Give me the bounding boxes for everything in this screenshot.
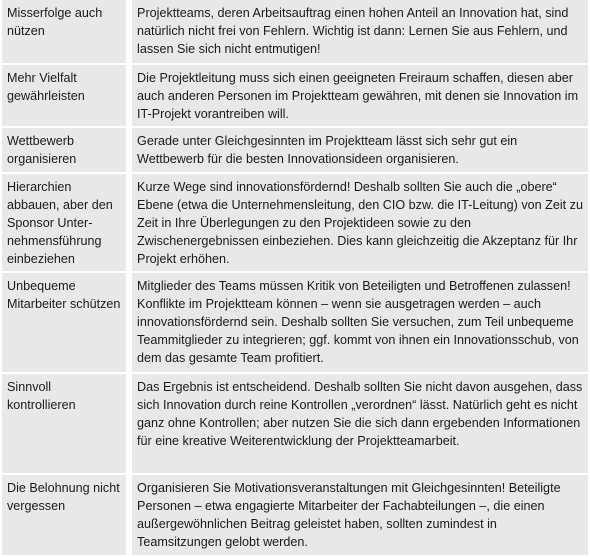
table-row: Misserfolge auch nützen Projektteams, de… [2, 0, 588, 65]
row-text: Die Projektleitung muss sich einen geeig… [132, 65, 588, 128]
row-label: Die Belohnung nicht vergessen [2, 475, 133, 557]
row-label: Sinnvoll kontrollieren [2, 374, 133, 475]
table-row: Unbequeme Mitarbeiter schützen Mitgliede… [2, 273, 588, 374]
row-text: Mitglieder des Teams müssen Kritik von B… [132, 273, 588, 374]
row-text: Organisieren Sie Motivationsveranstaltun… [132, 475, 588, 557]
row-text: Kurze Wege sind innovationsfördernd! Des… [132, 174, 588, 273]
row-label: Mehr Vielfalt gewährleisten [2, 65, 133, 128]
table-row: Sinnvoll kontrollieren Das Ergebnis ist … [2, 374, 588, 475]
row-text: Gerade unter Gleichgesinnten im Projektt… [132, 128, 588, 174]
row-label: Wettbewerb organisieren [2, 128, 133, 174]
innovation-tips-table: Misserfolge auch nützen Projektteams, de… [2, 0, 588, 557]
table-row: Hierarchien abbauen, aber den Sponsor Un… [2, 174, 588, 273]
row-text: Das Ergebnis ist entscheidend. Deshalb s… [132, 374, 588, 475]
row-label: Hierarchien abbauen, aber den Sponsor Un… [2, 174, 133, 273]
table-row: Wettbewerb organisieren Gerade unter Gle… [2, 128, 588, 174]
table-row: Die Belohnung nicht vergessen Organisier… [2, 475, 588, 557]
row-label: Unbequeme Mitarbeiter schützen [2, 273, 133, 374]
table-row: Mehr Vielfalt gewährleisten Die Projektl… [2, 65, 588, 128]
row-text: Projektteams, deren Arbeitsauftrag einen… [132, 0, 588, 65]
row-label: Misserfolge auch nützen [2, 0, 133, 65]
